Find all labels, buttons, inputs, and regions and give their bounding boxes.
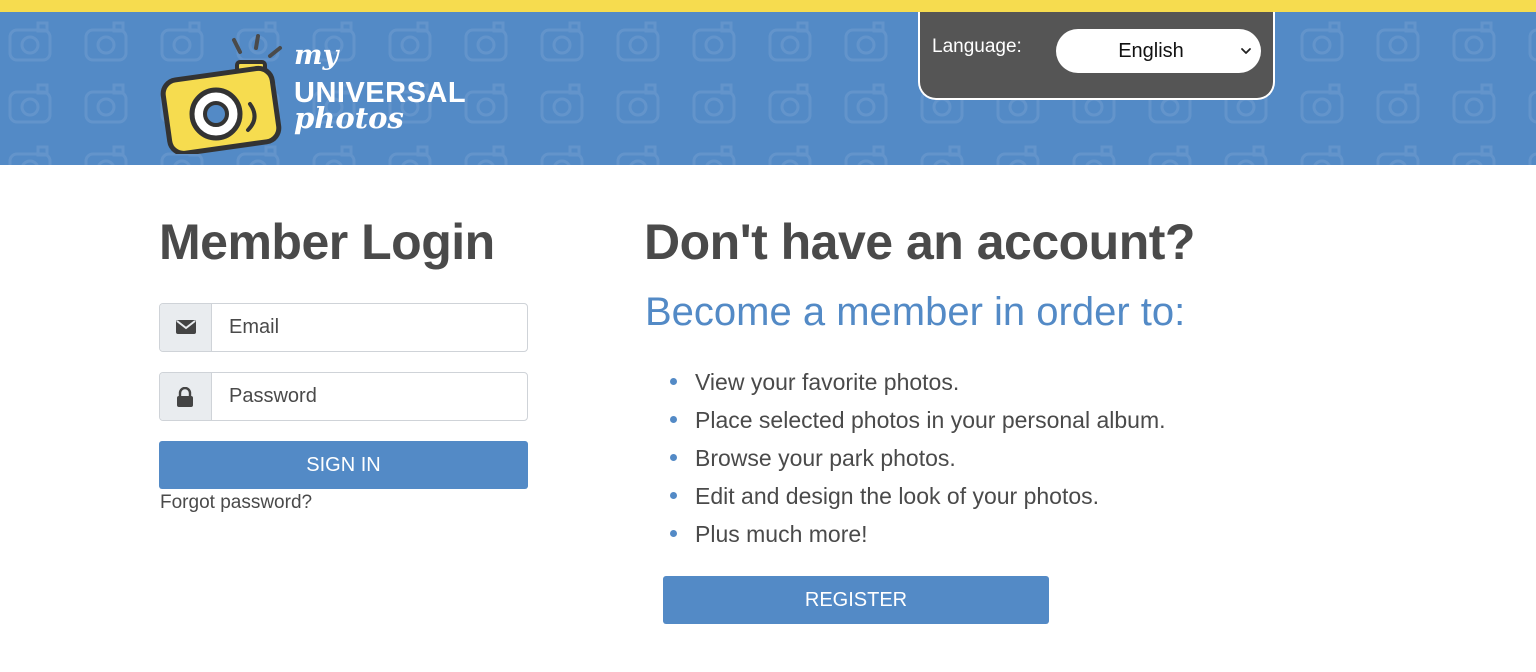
benefit-text: Browse your park photos.	[695, 445, 956, 471]
language-panel: Language: English	[918, 12, 1275, 100]
camera-logo-icon	[160, 34, 282, 154]
email-addon	[160, 304, 212, 351]
bullet-icon	[670, 492, 677, 499]
password-addon	[160, 373, 212, 420]
language-select[interactable]: English	[1056, 29, 1261, 73]
member-login-title: Member Login	[159, 214, 495, 270]
register-subtitle: Become a member in order to:	[645, 290, 1186, 334]
list-item: Edit and design the look of your photos.	[668, 477, 1166, 515]
site-header: my UNIVERSAL photos Language: English	[0, 12, 1536, 165]
list-item: Browse your park photos.	[668, 439, 1166, 477]
benefits-list: View your favorite photos. Place selecte…	[668, 363, 1166, 553]
benefit-text: Place selected photos in your personal a…	[695, 407, 1166, 433]
email-field-group	[159, 303, 528, 352]
bullet-icon	[670, 530, 677, 537]
benefit-text: Edit and design the look of your photos.	[695, 483, 1100, 509]
logo-text-photos: photos	[294, 101, 404, 135]
email-input[interactable]	[212, 304, 527, 351]
logo-text-my: my	[294, 40, 339, 71]
password-input[interactable]	[212, 373, 527, 420]
list-item: Plus much more!	[668, 515, 1166, 553]
benefit-text: Plus much more!	[695, 521, 868, 547]
envelope-icon	[176, 320, 196, 334]
benefit-text: View your favorite photos.	[695, 369, 960, 395]
register-title: Don't have an account?	[644, 214, 1195, 270]
language-label: Language:	[932, 36, 1022, 57]
bullet-icon	[670, 416, 677, 423]
password-field-group	[159, 372, 528, 421]
bullet-icon	[670, 454, 677, 461]
my-universal-photos-logo[interactable]: my UNIVERSAL photos	[160, 34, 470, 154]
list-item: View your favorite photos.	[668, 363, 1166, 401]
bullet-icon	[670, 378, 677, 385]
chevron-down-icon	[1241, 48, 1251, 54]
sign-in-button[interactable]: SIGN IN	[159, 441, 528, 489]
language-selected-value: English	[1118, 40, 1184, 62]
register-button[interactable]: REGISTER	[663, 576, 1049, 624]
lock-icon	[177, 387, 193, 407]
forgot-password-link[interactable]: Forgot password?	[160, 492, 312, 514]
top-accent-stripe	[0, 0, 1536, 12]
list-item: Place selected photos in your personal a…	[668, 401, 1166, 439]
